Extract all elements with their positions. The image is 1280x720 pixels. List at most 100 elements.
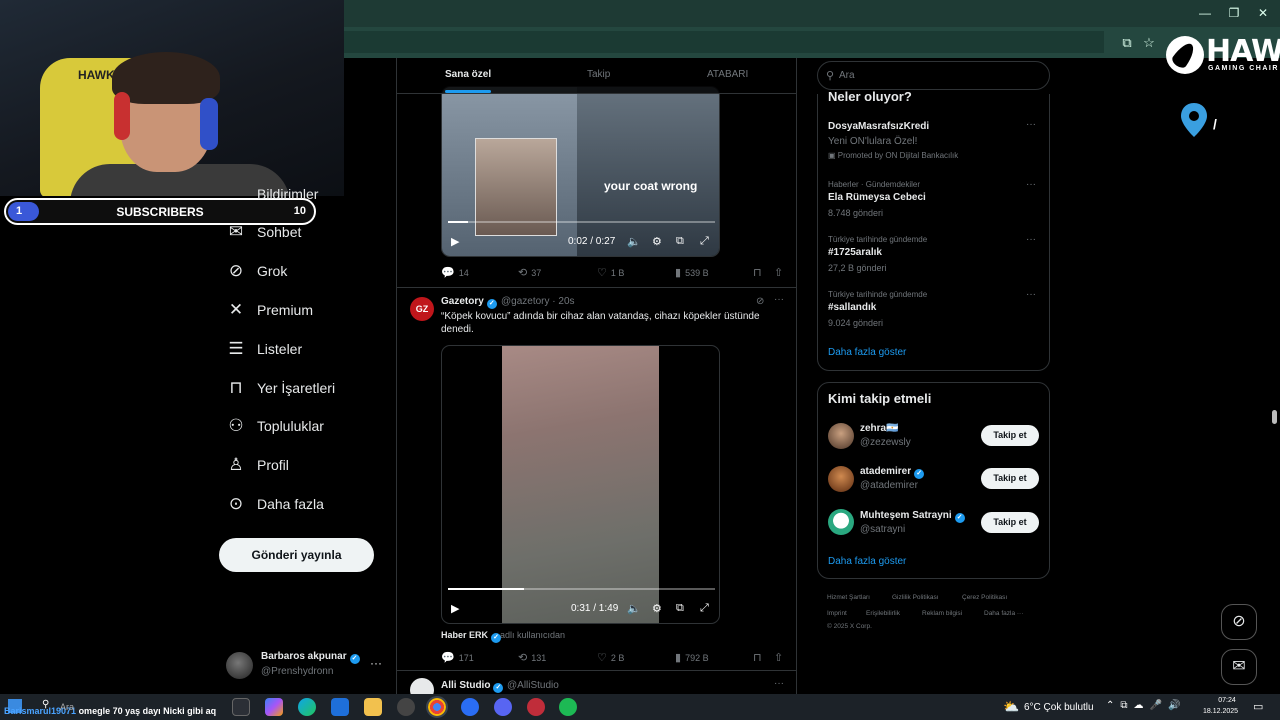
repost-button-2[interactable]: ⟲ 131	[518, 651, 546, 664]
follow-button-2[interactable]: Takip et	[981, 512, 1039, 533]
footer-link-accessibility[interactable]: Erişilebilirlik	[866, 610, 900, 617]
nav-item-chat[interactable]: ✉ Sohbet	[226, 220, 302, 244]
edge-icon[interactable]	[298, 698, 316, 716]
footer-link-cookies[interactable]: Çerez Politikası	[962, 594, 1007, 601]
bookmark-star-icon[interactable]: ☆	[1141, 35, 1157, 51]
fullscreen-icon[interactable]: ⤢	[700, 602, 709, 615]
footer-link-terms[interactable]: Hizmet Şartları	[827, 594, 870, 601]
follow-name-0[interactable]: zehra🇦🇷	[860, 423, 899, 434]
address-bar[interactable]	[344, 31, 1104, 53]
maximize-icon[interactable]: ❐	[1227, 6, 1241, 20]
footer-link-imprint[interactable]: Imprint	[827, 610, 847, 617]
volume-icon[interactable]: 🔈	[627, 602, 641, 615]
nav-item-premium[interactable]: ✕ Premium	[226, 298, 313, 322]
pip-icon[interactable]: ⧉	[676, 235, 684, 248]
trends-show-more[interactable]: Daha fazla göster	[828, 347, 906, 358]
fullscreen-icon[interactable]: ⤢	[700, 235, 709, 248]
video-source-name[interactable]: Haber ERK ✓	[441, 630, 504, 643]
share-button-2[interactable]: ⇧	[774, 651, 787, 664]
weather-text[interactable]: 6°C Çok bulutlu	[1024, 702, 1094, 713]
nav-item-lists[interactable]: ☰ Listeler	[226, 337, 302, 361]
tweet3-author-name[interactable]: Alli Studio ✓	[441, 680, 506, 693]
nav-item-notifications-partial[interactable]: Bildirimler	[257, 186, 318, 202]
nav-item-profile[interactable]: ♙ Profil	[226, 453, 289, 477]
notification-icon[interactable]: ▭	[1253, 700, 1263, 713]
tweet3-more-icon[interactable]: ···	[774, 678, 784, 689]
footer-link-ads[interactable]: Reklam bilgisi	[922, 610, 962, 617]
trend-name-2[interactable]: #1725aralık	[828, 247, 882, 258]
task-view-icon[interactable]	[232, 698, 250, 716]
trend-more-icon[interactable]: ···	[1026, 289, 1036, 300]
follow-name-1[interactable]: atademirer ✓	[860, 466, 927, 479]
follow-button-0[interactable]: Takip et	[981, 425, 1039, 446]
chrome-icon[interactable]	[426, 696, 448, 718]
volume-icon[interactable]: 🔈	[627, 235, 641, 248]
close-icon[interactable]: ✕	[1256, 6, 1270, 20]
follow-name-2[interactable]: Muhteşem Satrayni ✓	[860, 510, 968, 523]
taskbar-search-icon[interactable]: ⚲	[42, 699, 49, 710]
reply-button-1[interactable]: 💬 14	[441, 266, 469, 279]
follow-avatar-1[interactable]	[828, 466, 854, 492]
like-button-1[interactable]: ♡ 1 B	[597, 266, 624, 279]
nav-item-more[interactable]: ⊙ Daha fazla	[226, 492, 324, 516]
spotify-icon[interactable]	[559, 698, 577, 716]
follow-avatar-0[interactable]	[828, 423, 854, 449]
reply-button-2[interactable]: 💬 171	[441, 651, 474, 664]
nav-item-grok[interactable]: ⊘ Grok	[226, 259, 287, 283]
footer-link-more[interactable]: Daha fazla ···	[984, 610, 1023, 617]
taskbar-search-label[interactable]: Ara	[60, 702, 74, 712]
install-app-icon[interactable]: ⧉	[1119, 35, 1135, 51]
obs-icon[interactable]	[397, 698, 415, 716]
tab-following[interactable]: Takip	[587, 69, 610, 80]
clock-date[interactable]: 18.12.2025	[1203, 708, 1238, 715]
who-to-follow-show-more[interactable]: Daha fazla göster	[828, 556, 906, 567]
tweet-video-2[interactable]: ▶ 0:31 / 1:49 🔈 ⚙ ⧉ ⤢	[441, 345, 720, 624]
video-progress-2[interactable]	[448, 588, 715, 590]
follow-button-1[interactable]: Takip et	[981, 468, 1039, 489]
views-1[interactable]: ▮ 539 B	[675, 266, 709, 279]
settings-icon[interactable]: ⚙	[652, 602, 662, 615]
tweet-author-name[interactable]: Gazetory ✓	[441, 296, 500, 309]
bookmark-button-2[interactable]: ⊓	[753, 651, 766, 664]
share-button-1[interactable]: ⇧	[774, 266, 787, 279]
post-button[interactable]: Gönderi yayınla	[219, 538, 374, 572]
account-more-icon[interactable]: ···	[370, 656, 382, 670]
tweet-author-handle[interactable]: @gazetory · 20s	[501, 296, 575, 307]
pip-icon[interactable]: ⧉	[676, 602, 684, 615]
footer-link-privacy[interactable]: Gizlilik Politikası	[892, 594, 939, 601]
follow-avatar-2[interactable]	[828, 509, 854, 535]
trend-more-icon[interactable]: ···	[1026, 179, 1036, 190]
nav-item-bookmarks[interactable]: ⊓ Yer İşaretleri	[226, 376, 335, 400]
mail-app-icon[interactable]	[331, 698, 349, 716]
messages-fab-icon[interactable]: ✉	[1221, 649, 1257, 685]
discord-icon[interactable]	[494, 698, 512, 716]
app-icon-red[interactable]	[527, 698, 545, 716]
weather-cloud-icon[interactable]: ⛅	[1003, 699, 1019, 715]
file-explorer-icon[interactable]	[364, 698, 382, 716]
views-2[interactable]: ▮ 792 B	[675, 651, 709, 664]
minimize-icon[interactable]: —	[1198, 6, 1212, 20]
system-tray[interactable]: ⌃⧉☁🎤🔊	[1106, 700, 1186, 711]
tab-for-you[interactable]: Sana özel	[445, 69, 491, 80]
bookmark-button-1[interactable]: ⊓	[753, 266, 766, 279]
tweet-video-1[interactable]: your coat wrong ▶ 0:02 / 0:27 🔈 ⚙ ⧉ ⤢	[441, 86, 720, 257]
account-name[interactable]: Barbaros akpunar ✓	[261, 651, 363, 664]
gazetory-avatar[interactable]: GZ	[410, 297, 434, 321]
repost-button-1[interactable]: ⟲ 37	[518, 266, 541, 279]
account-avatar[interactable]	[226, 652, 253, 679]
scrollbar-thumb[interactable]	[1272, 410, 1277, 424]
trend-more-icon[interactable]: ···	[1026, 119, 1036, 130]
trend-name-1[interactable]: Ela Rümeysa Cebeci	[828, 192, 926, 203]
tab-atabari[interactable]: ATABARI	[707, 69, 748, 80]
play-icon[interactable]: ▶	[451, 235, 459, 248]
nav-item-communities[interactable]: ⚇ Topluluklar	[226, 414, 324, 438]
play-icon[interactable]: ▶	[451, 602, 459, 615]
trend-more-icon[interactable]: ···	[1026, 234, 1036, 245]
tweet-more-icon[interactable]: ···	[774, 294, 784, 305]
clock-time[interactable]: 07:24	[1212, 697, 1242, 704]
trend-name-0[interactable]: DosyaMasrafsızKredi	[828, 121, 929, 132]
grok-icon[interactable]: ⊘	[756, 296, 764, 307]
steam-icon[interactable]	[461, 698, 479, 716]
alli-studio-avatar[interactable]	[410, 678, 434, 694]
trend-name-3[interactable]: #sallandık	[828, 302, 876, 313]
